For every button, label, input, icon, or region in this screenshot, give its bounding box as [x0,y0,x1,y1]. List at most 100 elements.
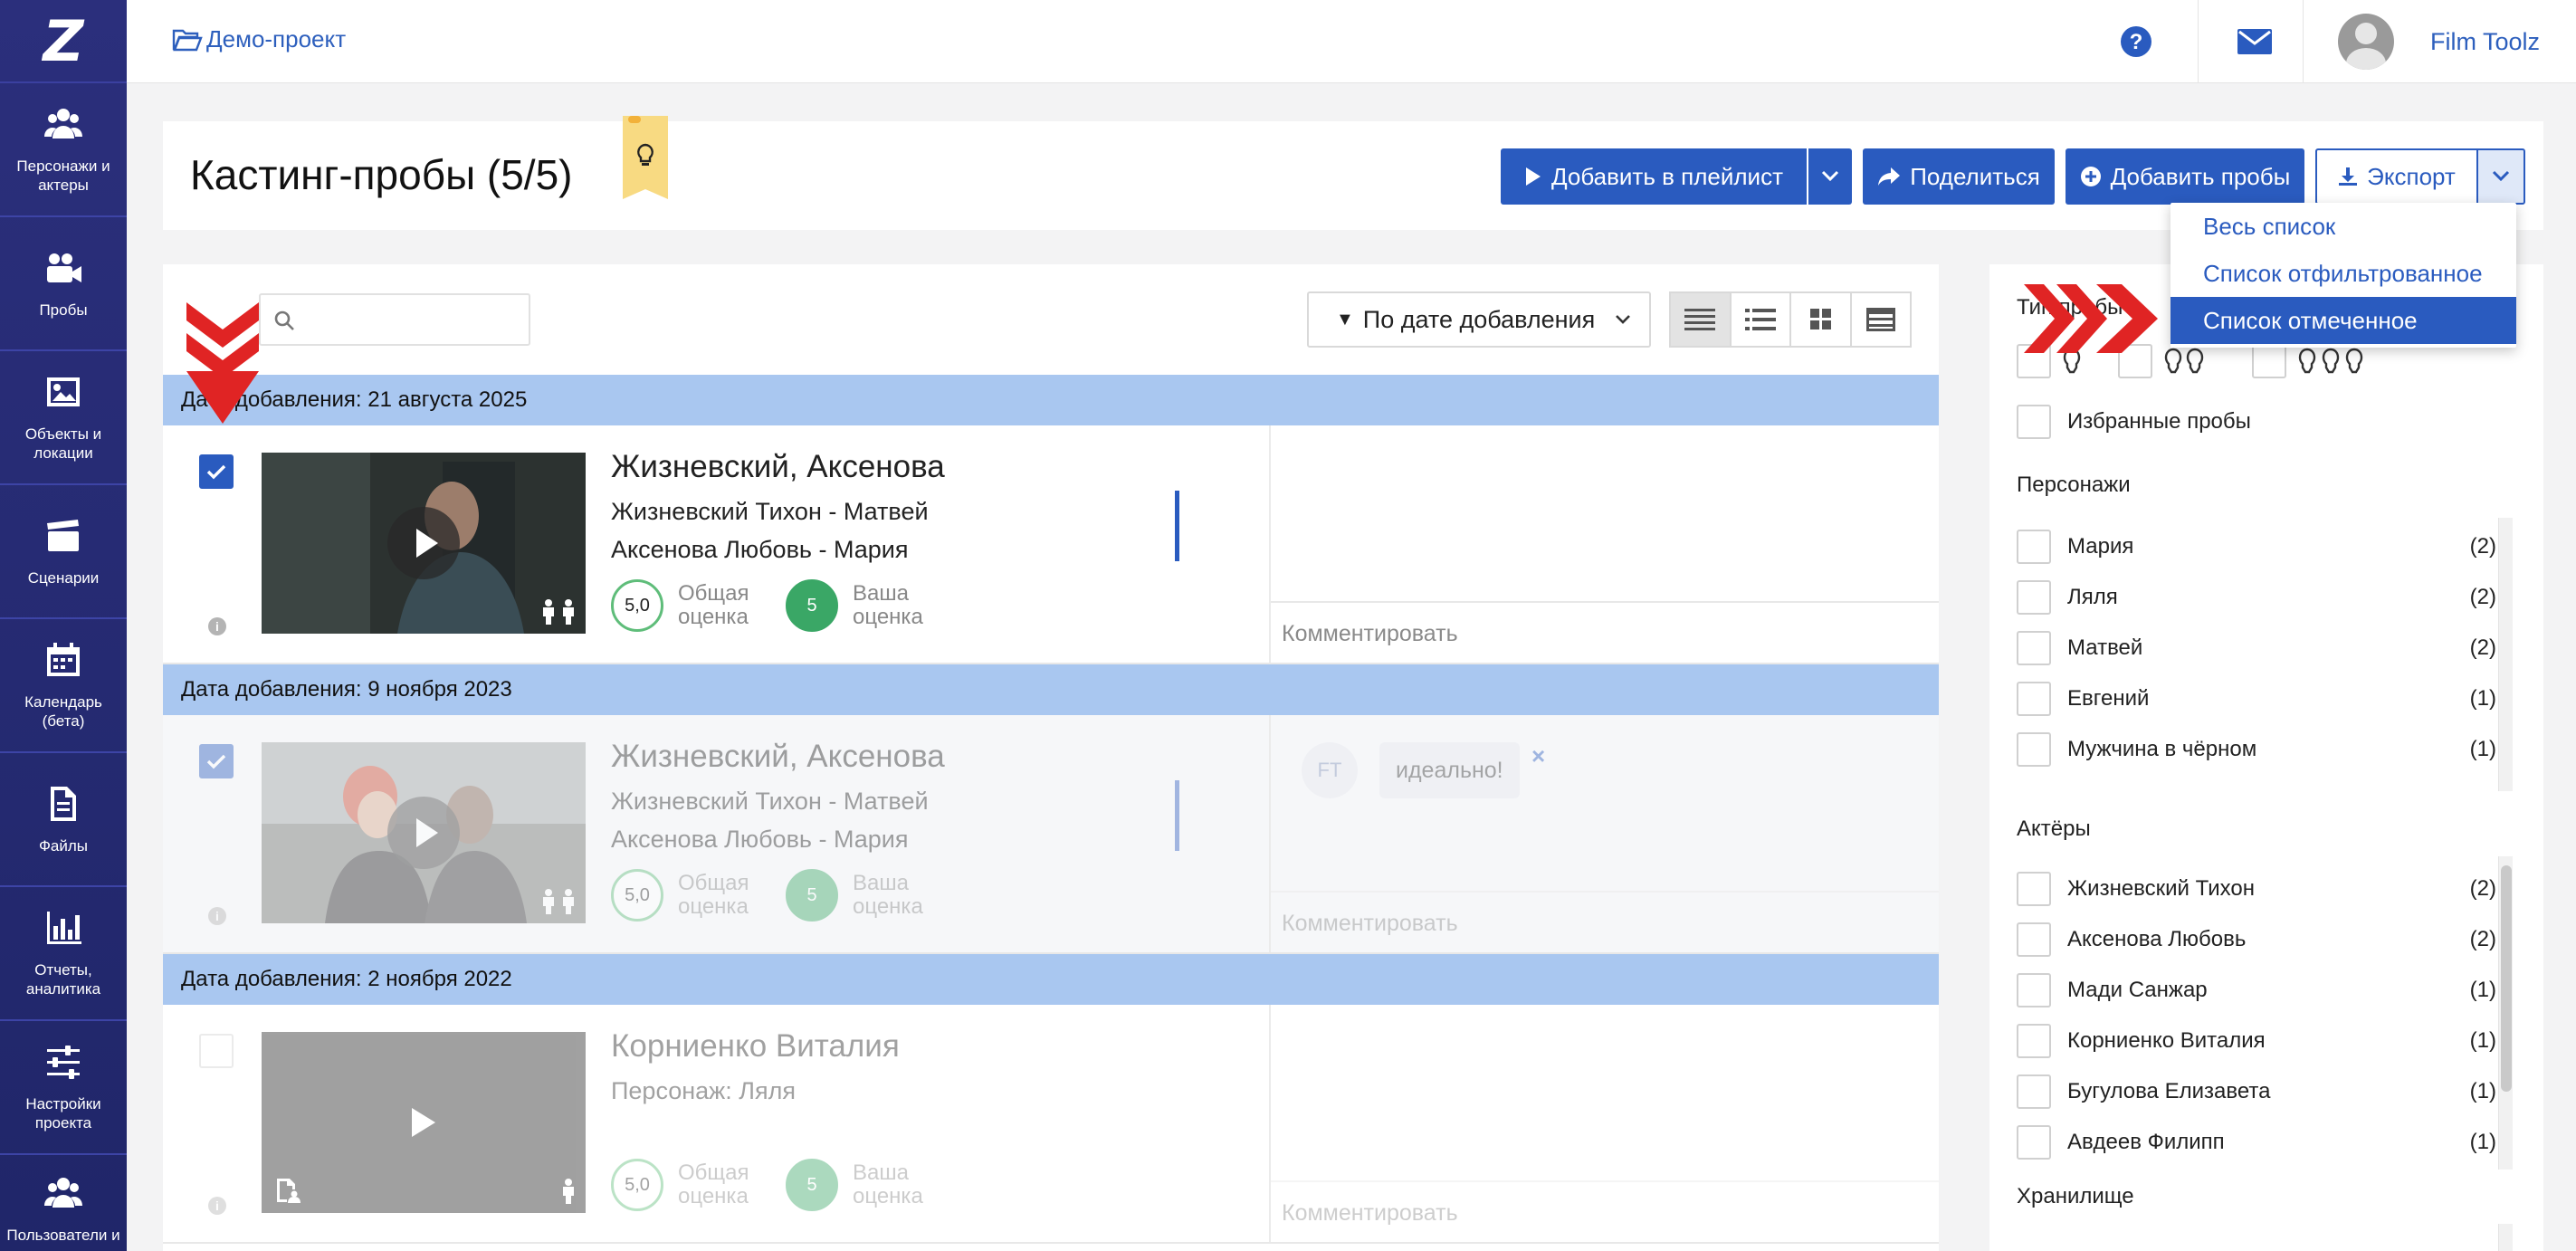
filter-checkbox[interactable] [2017,631,2051,665]
breadcrumb[interactable]: Демо-проект [172,25,346,53]
play-button[interactable] [387,797,460,869]
table-row[interactable]: i Жизневский, Аксенова Жизневский Тихон … [163,715,1939,954]
my-score[interactable]: 5 Ваша оценка [786,1159,923,1211]
delete-comment-icon[interactable]: × [1531,742,1545,770]
my-score[interactable]: 5 Ваша оценка [786,579,923,632]
sidebar-item-users[interactable]: Пользователи и [0,1155,127,1251]
sidebar-item-scripts[interactable]: Сценарии [0,485,127,619]
filter-favorites-checkbox[interactable] [2017,405,2051,439]
scrollbar-thumb[interactable] [2501,865,2512,1092]
overall-score: 5,0 Общая оценка [611,869,749,922]
view-table-button[interactable] [1852,293,1911,346]
filter-checkbox[interactable] [2017,732,2051,767]
app-logo[interactable]: Z [0,0,127,83]
filter-actor-item[interactable]: Авдеев Филипп (1) [2017,1122,2496,1162]
overall-score-value: 5,0 [611,1159,663,1211]
view-list-detailed-button[interactable] [1671,293,1732,346]
filter-item-count: (2) [2469,876,2496,901]
filter-actor-item[interactable]: Аксенова Любовь (2) [2017,920,2496,960]
comment-input[interactable]: Комментировать [1271,1180,1939,1242]
export-button[interactable]: Экспорт [2315,148,2478,205]
filter-item-name: Авдеев Филипп [2067,1130,2225,1154]
test-title[interactable]: Жизневский, Аксенова [611,739,945,775]
info-icon[interactable]: i [208,617,226,635]
share-button[interactable]: Поделиться [1863,148,2055,205]
messages-button[interactable] [2198,0,2310,83]
test-title[interactable]: Жизневский, Аксенова [611,449,945,485]
sidebar-item-files[interactable]: Файлы [0,753,127,887]
row-checkbox[interactable] [199,744,234,778]
comment-input[interactable]: Комментировать [1271,601,1939,663]
row-checkbox[interactable] [199,454,234,489]
sidebar-item-settings[interactable]: Настройки проекта [0,1021,127,1155]
add-to-playlist-button[interactable]: Добавить в плейлист [1501,148,1807,205]
export-option-all[interactable]: Весь список [2171,203,2516,250]
filter-item-count: (2) [2469,585,2496,609]
filter-actor-item[interactable]: Корниенко Виталия (1) [2017,1021,2496,1061]
search-input[interactable] [259,293,530,346]
table-row[interactable]: i Жизневский, Аксенова Жизневский Тихон … [163,425,1939,664]
filter-checkbox[interactable] [2017,872,2051,906]
filter-checkbox[interactable] [2017,580,2051,615]
test-title[interactable]: Корниенко Виталия [611,1028,900,1065]
filter-character-item[interactable]: Мужчина в чёрном (1) [2017,730,2496,769]
row-checkbox[interactable] [199,1034,234,1068]
filter-checkbox[interactable] [2017,530,2051,564]
comment-input[interactable]: Комментировать [1271,891,1939,952]
actors-scrollbar[interactable] [2498,856,2513,1170]
add-to-playlist-dropdown-button[interactable] [1808,148,1852,205]
export-option-filtered[interactable]: Список отфильтрованное [2171,250,2516,297]
sidebar-item-tests[interactable]: Пробы [0,217,127,351]
sort-select[interactable]: ▼ По дате добавления [1307,291,1651,348]
info-icon[interactable]: i [208,1197,226,1215]
filter-favorites[interactable]: Избранные пробы [2017,402,2496,442]
video-thumbnail[interactable] [262,742,586,923]
add-tests-button[interactable]: Добавить пробы [2066,148,2304,205]
filter-checkbox[interactable] [2017,973,2051,1007]
filter-actor-item[interactable]: Жизневский Тихон (2) [2017,869,2496,909]
annotation-arrow-down [186,302,259,424]
filter-item-count: (1) [2469,737,2496,761]
filter-checkbox[interactable] [2017,922,2051,957]
filter-checkbox[interactable] [2017,682,2051,716]
filter-actor-item[interactable]: Бугулова Елизавета (1) [2017,1072,2496,1112]
my-score[interactable]: 5 Ваша оценка [786,869,923,922]
play-button[interactable] [387,507,460,579]
filter-character-item[interactable]: Мария (2) [2017,527,2496,567]
user-menu[interactable]: Film Toolz [2303,0,2576,83]
characters-scrollbar[interactable] [2498,518,2513,791]
view-list-button[interactable] [1732,293,1791,346]
storage-scrollbar[interactable] [2498,1224,2513,1251]
sidebar-item-characters[interactable]: Персонажи и актеры [0,83,127,217]
role-line: Жизневский Тихон - Матвей [611,498,929,525]
sidebar-item-objects[interactable]: Объекты и локации [0,351,127,485]
sidebar-item-label: Календарь (бета) [24,693,102,730]
download-icon [2339,167,2358,186]
tips-bookmark[interactable] [623,116,668,199]
filter-actors-label: Актёры [2017,816,2091,841]
filter-item-count: (1) [2469,686,2496,711]
filter-character-item[interactable]: Матвей (2) [2017,628,2496,668]
view-grid-button[interactable] [1791,293,1852,346]
filter-checkbox[interactable] [2017,1125,2051,1160]
table-row[interactable]: i Корниенко Виталия Персонаж: Ляля 5,0 О… [163,1005,1939,1244]
sidebar-item-reports[interactable]: Отчеты, аналитика [0,887,127,1021]
sidebar-item-calendar[interactable]: Календарь (бета) [0,619,127,753]
filter-character-item[interactable]: Ляля (2) [2017,578,2496,617]
filter-checkbox[interactable] [2017,1074,2051,1109]
sidebar-item-label: Персонажи и актеры [16,158,110,194]
filter-actor-item[interactable]: Мади Санжар (1) [2017,970,2496,1010]
video-thumbnail[interactable] [262,1032,586,1213]
tests-list: ▼ По дате добавления Дата добавления: 21… [163,264,1939,1251]
export-option-checked[interactable]: Список отмеченное [2171,297,2516,344]
filter-checkbox[interactable] [2017,1024,2051,1058]
info-icon[interactable]: i [208,907,226,925]
table-icon [1865,308,1895,331]
overall-score-label: оценка [678,894,749,919]
filter-item-count: (2) [2469,534,2496,559]
my-score-value: 5 [786,869,838,922]
video-thumbnail[interactable] [262,453,586,634]
filter-character-item[interactable]: Евгений (1) [2017,679,2496,719]
export-dropdown-button[interactable] [2476,148,2525,205]
filter-type-group-checkbox[interactable] [2252,344,2286,378]
